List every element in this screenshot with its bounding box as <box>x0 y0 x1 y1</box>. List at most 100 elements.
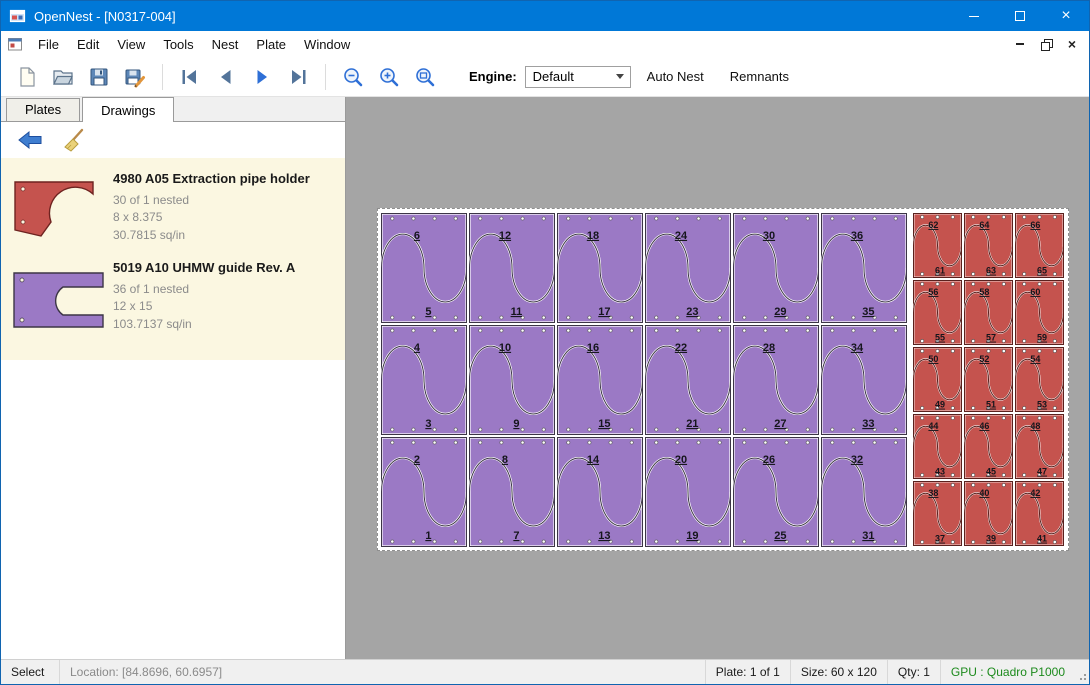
nest-cell[interactable]: 6261 <box>912 212 963 279</box>
part-number: 65 <box>1037 266 1047 276</box>
nest-cell[interactable]: 5251 <box>963 346 1014 413</box>
part-number: 3 <box>425 418 431 430</box>
tab-plates[interactable]: Plates <box>6 98 80 121</box>
menu-tools[interactable]: Tools <box>154 33 202 56</box>
remnants-button[interactable]: Remnants <box>720 62 799 91</box>
mdi-close-icon[interactable]: × <box>1059 34 1085 54</box>
minimize-icon[interactable] <box>951 1 997 31</box>
status-mode: Select <box>1 660 59 684</box>
part-number: 51 <box>986 400 996 410</box>
app-window: OpenNest - [N0317-004] × File Edit View … <box>0 0 1090 685</box>
zoom-in-icon[interactable] <box>371 61 407 93</box>
part-number: 50 <box>928 354 938 364</box>
menu-file[interactable]: File <box>29 33 68 56</box>
nest-cell[interactable]: 6463 <box>963 212 1014 279</box>
nest-cell[interactable]: 65 <box>380 212 468 324</box>
save-icon[interactable] <box>81 61 117 93</box>
new-file-icon[interactable] <box>9 61 45 93</box>
nest-cell[interactable]: 4443 <box>912 413 963 480</box>
part-number: 40 <box>979 488 989 498</box>
nest-cell[interactable]: 2423 <box>644 212 732 324</box>
nest-canvas[interactable]: 6512111817242330293635431091615222128273… <box>346 97 1089 659</box>
purple-parts-grid: 6512111817242330293635431091615222128273… <box>380 212 908 548</box>
sidebar: Plates Drawings <box>1 97 346 659</box>
nest-cell[interactable]: 87 <box>468 436 556 548</box>
nest-cell[interactable]: 4645 <box>963 413 1014 480</box>
nest-cell[interactable]: 3433 <box>820 324 908 436</box>
engine-combobox[interactable]: Default <box>525 66 631 88</box>
nest-cell[interactable]: 4847 <box>1014 413 1065 480</box>
nest-cell[interactable]: 3635 <box>820 212 908 324</box>
part-number: 1 <box>425 530 431 542</box>
part-number: 42 <box>1030 488 1040 498</box>
part-number: 29 <box>774 306 786 318</box>
nest-cell[interactable]: 2221 <box>644 324 732 436</box>
nest-cell[interactable]: 4241 <box>1014 480 1065 547</box>
go-previous-icon[interactable] <box>208 61 244 93</box>
nest-cell[interactable]: 5453 <box>1014 346 1065 413</box>
go-first-icon[interactable] <box>172 61 208 93</box>
nest-cell[interactable]: 4039 <box>963 480 1014 547</box>
nest-cell[interactable]: 26 25 <box>732 436 820 548</box>
nest-cell[interactable]: 3837 <box>912 480 963 547</box>
list-item[interactable]: 5019 A10 UHMW guide Rev. A 36 of 1 neste… <box>1 253 345 348</box>
menu-plate[interactable]: Plate <box>247 33 295 56</box>
part-number: 46 <box>979 421 989 431</box>
menu-nest[interactable]: Nest <box>203 33 248 56</box>
nest-cell[interactable]: 21 <box>380 436 468 548</box>
nest-cell[interactable]: 109 <box>468 324 556 436</box>
part-number: 53 <box>1037 400 1047 410</box>
save-as-icon[interactable] <box>117 61 153 93</box>
plate-sheet[interactable]: 6512111817242330293635431091615222128273… <box>377 208 1069 551</box>
uhmw-guide-shape <box>9 263 107 335</box>
zoom-fit-icon[interactable] <box>407 61 443 93</box>
nest-cell[interactable]: 2827 <box>732 324 820 436</box>
engine-value: Default <box>533 69 574 84</box>
part-number: 34 <box>851 342 864 354</box>
nest-cell[interactable]: 1615 <box>556 324 644 436</box>
menu-edit[interactable]: Edit <box>68 33 108 56</box>
auto-nest-button[interactable]: Auto Nest <box>637 62 714 91</box>
part-number: 25 <box>774 530 786 542</box>
nest-cell[interactable]: 5857 <box>963 279 1014 346</box>
nest-cell[interactable]: 1211 <box>468 212 556 324</box>
nest-cell[interactable]: 43 <box>380 324 468 436</box>
zoom-out-icon[interactable] <box>335 61 371 93</box>
mdi-restore-icon[interactable] <box>1033 34 1059 54</box>
status-location: Location: [84.8696, 60.6957] <box>59 660 705 684</box>
go-last-icon[interactable] <box>280 61 316 93</box>
part-number: 20 <box>675 454 687 466</box>
nest-cell[interactable]: 3029 <box>732 212 820 324</box>
list-item[interactable]: 4980 A05 Extraction pipe holder 30 of 1 … <box>1 164 345 253</box>
menu-window[interactable]: Window <box>295 33 359 56</box>
maximize-icon[interactable] <box>997 1 1043 31</box>
close-icon[interactable]: × <box>1043 1 1089 31</box>
mdi-minimize-icon[interactable] <box>1007 34 1033 54</box>
part-number: 57 <box>986 333 996 343</box>
nest-cell[interactable]: 3231 <box>820 436 908 548</box>
document-icon[interactable] <box>7 36 25 52</box>
part-number: 26 <box>763 454 775 466</box>
toolbar-separator <box>325 64 326 90</box>
nest-cell[interactable]: 5049 <box>912 346 963 413</box>
part-title: 5019 A10 UHMW guide Rev. A <box>113 259 295 278</box>
part-number: 21 <box>686 418 698 430</box>
clean-broom-icon[interactable] <box>59 126 89 154</box>
part-number: 44 <box>928 421 938 431</box>
nest-cell[interactable]: 1817 <box>556 212 644 324</box>
go-next-icon[interactable] <box>244 61 280 93</box>
nest-cell[interactable]: 2019 <box>644 436 732 548</box>
status-size: Size: 60 x 120 <box>790 660 887 684</box>
menu-bar: File Edit View Tools Nest Plate Window × <box>1 31 1089 57</box>
nest-cell[interactable]: 6665 <box>1014 212 1065 279</box>
resize-grip[interactable] <box>1075 660 1089 684</box>
nest-cell[interactable]: 6059 <box>1014 279 1065 346</box>
part-number: 36 <box>851 230 863 242</box>
part-number: 11 <box>511 306 523 318</box>
import-arrow-icon[interactable] <box>15 126 45 154</box>
tab-drawings[interactable]: Drawings <box>82 97 174 122</box>
open-file-icon[interactable] <box>45 61 81 93</box>
nest-cell[interactable]: 5655 <box>912 279 963 346</box>
menu-view[interactable]: View <box>108 33 154 56</box>
nest-cell[interactable]: 1413 <box>556 436 644 548</box>
